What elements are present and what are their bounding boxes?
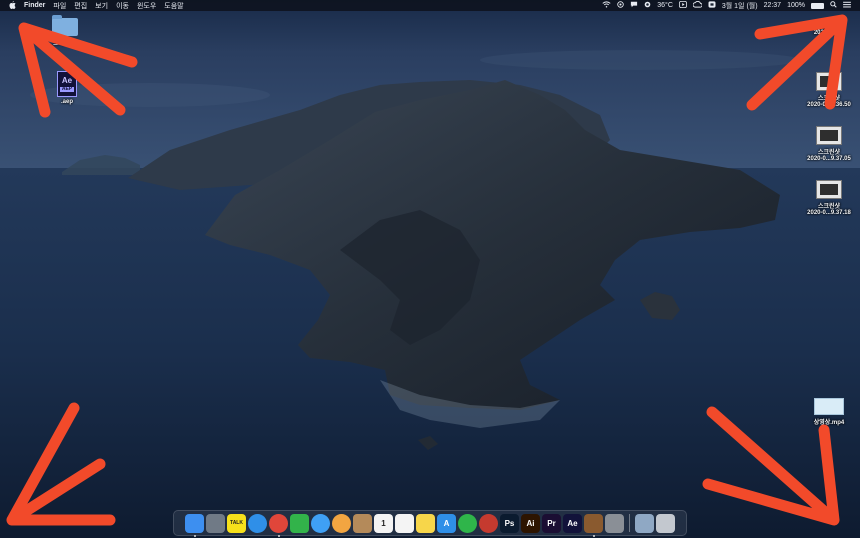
facetime-icon[interactable] (290, 513, 309, 533)
dock-item-label: 1 (381, 518, 386, 528)
menu-bar: Finder 파일 편집 보기 이동 윈도우 도움말 36°C 3월 1일 (월… (0, 0, 860, 11)
desktop-screenshot-3[interactable]: 스크린샷 2020-0...9.37.05 (800, 126, 858, 162)
screenshot-thumbnail-icon (816, 72, 842, 91)
desktop-folder-freelance[interactable]: 프리 작업 (40, 15, 90, 47)
menu-window[interactable]: 윈도우 (137, 1, 156, 11)
illustrator-icon[interactable]: Ai (521, 513, 540, 533)
desktop-icon-label: 스크린샷 2020-0...9.36.50 (807, 96, 851, 108)
appstore-icon[interactable]: A (437, 513, 456, 533)
downloads-icon[interactable] (635, 513, 654, 533)
dock-separator (629, 514, 630, 532)
desktop-screenshot-4[interactable]: 스크린샷 2020-0...9.37.18 (800, 180, 858, 216)
spotlight-search-icon[interactable] (830, 1, 837, 10)
desktop-screenshot-2[interactable]: 스크린샷 2020-0...9.36.50 (800, 72, 858, 108)
desktop-icon-label: 상영상.mp4 (813, 420, 845, 426)
kakaotalk-icon[interactable]: TALK (227, 513, 246, 533)
screenrecorder-icon[interactable] (479, 513, 498, 533)
desktop-icon-label: 스크린샷 2020-0...9.37.05 (807, 150, 851, 162)
desktop-icon-label: 스크린샷 2020-0...9.37.18 (807, 204, 851, 216)
chat-bubble-icon[interactable] (630, 1, 638, 10)
dock-item-label: Pr (547, 518, 556, 528)
screenshot-thumbnail-icon (816, 126, 842, 145)
system-preferences-icon[interactable] (605, 513, 624, 533)
notification-center-icon[interactable] (843, 1, 851, 10)
character-app-icon[interactable] (584, 513, 603, 537)
desktop-video-file[interactable]: 상영상.mp4 (800, 398, 858, 426)
dock-item-label: Ae (567, 518, 578, 528)
dock-item-label: TALK (230, 520, 243, 526)
trash-icon[interactable] (656, 513, 675, 533)
desktop-icon-label: .aep (60, 99, 73, 105)
creative-cloud-icon[interactable] (692, 0, 703, 10)
menu-go[interactable]: 이동 (116, 1, 129, 11)
menu-edit[interactable]: 편집 (74, 1, 87, 11)
temperature-readout[interactable]: 36°C (657, 2, 673, 9)
running-indicator (193, 534, 196, 537)
menu-file[interactable]: 파일 (53, 1, 66, 11)
photos-icon[interactable] (332, 513, 351, 533)
menu-view[interactable]: 보기 (95, 1, 108, 11)
reminders-icon[interactable] (395, 513, 414, 533)
contacts-icon[interactable] (353, 513, 372, 533)
premiere-icon[interactable]: Pr (542, 513, 561, 533)
photoshop-icon[interactable]: Ps (500, 513, 519, 533)
after-effects-file-icon: Ae AEP (57, 71, 77, 97)
aftereffects-icon[interactable]: Ae (563, 513, 582, 533)
battery-icon[interactable] (811, 2, 824, 9)
tethering-icon[interactable] (458, 513, 477, 533)
desktop-icon-label: 프리 작업 (53, 41, 77, 47)
chrome-icon[interactable] (269, 513, 288, 537)
running-indicator (277, 534, 280, 537)
date-readout[interactable]: 3월 1일 (월) (722, 1, 758, 11)
temperature-monitor-icon[interactable] (644, 1, 651, 10)
dock-item-label: Ps (504, 518, 515, 528)
video-thumbnail-icon (814, 398, 844, 415)
desktop-file-aep[interactable]: Ae AEP .aep (45, 71, 89, 105)
file-type-badge: AEP (59, 85, 75, 92)
battery-percent[interactable]: 100% (787, 2, 805, 9)
clock-readout[interactable]: 22:37 (764, 2, 782, 9)
desktop-icon-label: 2020-0...43 (813, 30, 845, 36)
launchpad-icon[interactable] (206, 513, 225, 533)
menu-help[interactable]: 도움말 (164, 1, 183, 11)
finder-icon[interactable] (185, 513, 204, 537)
folder-icon (52, 15, 78, 36)
calendar-icon[interactable]: 1 (374, 513, 393, 533)
apple-icon[interactable] (9, 0, 16, 11)
file-badge: Ae (61, 75, 73, 85)
safari-icon[interactable] (248, 513, 267, 533)
dock-item-label: A (443, 518, 450, 528)
desktop-wallpaper (0, 0, 860, 538)
playback-icon[interactable] (679, 1, 687, 10)
wifi-icon[interactable] (602, 1, 611, 10)
screenshot-thumbnail-icon (816, 180, 842, 199)
status-circle-icon[interactable] (617, 1, 624, 10)
dock: TALK 1 A Ps Ai Pr Ae (173, 510, 687, 537)
battery-level-fill (812, 3, 823, 8)
desktop-screenshot-1[interactable]: 2020-0...43 (800, 30, 858, 36)
dock-item-label: Ai (526, 518, 535, 528)
notes-icon[interactable] (416, 513, 435, 533)
messages-icon[interactable] (311, 513, 330, 533)
input-source-icon[interactable] (708, 1, 716, 10)
menu-app-finder[interactable]: Finder (24, 2, 45, 9)
running-indicator (592, 534, 595, 537)
